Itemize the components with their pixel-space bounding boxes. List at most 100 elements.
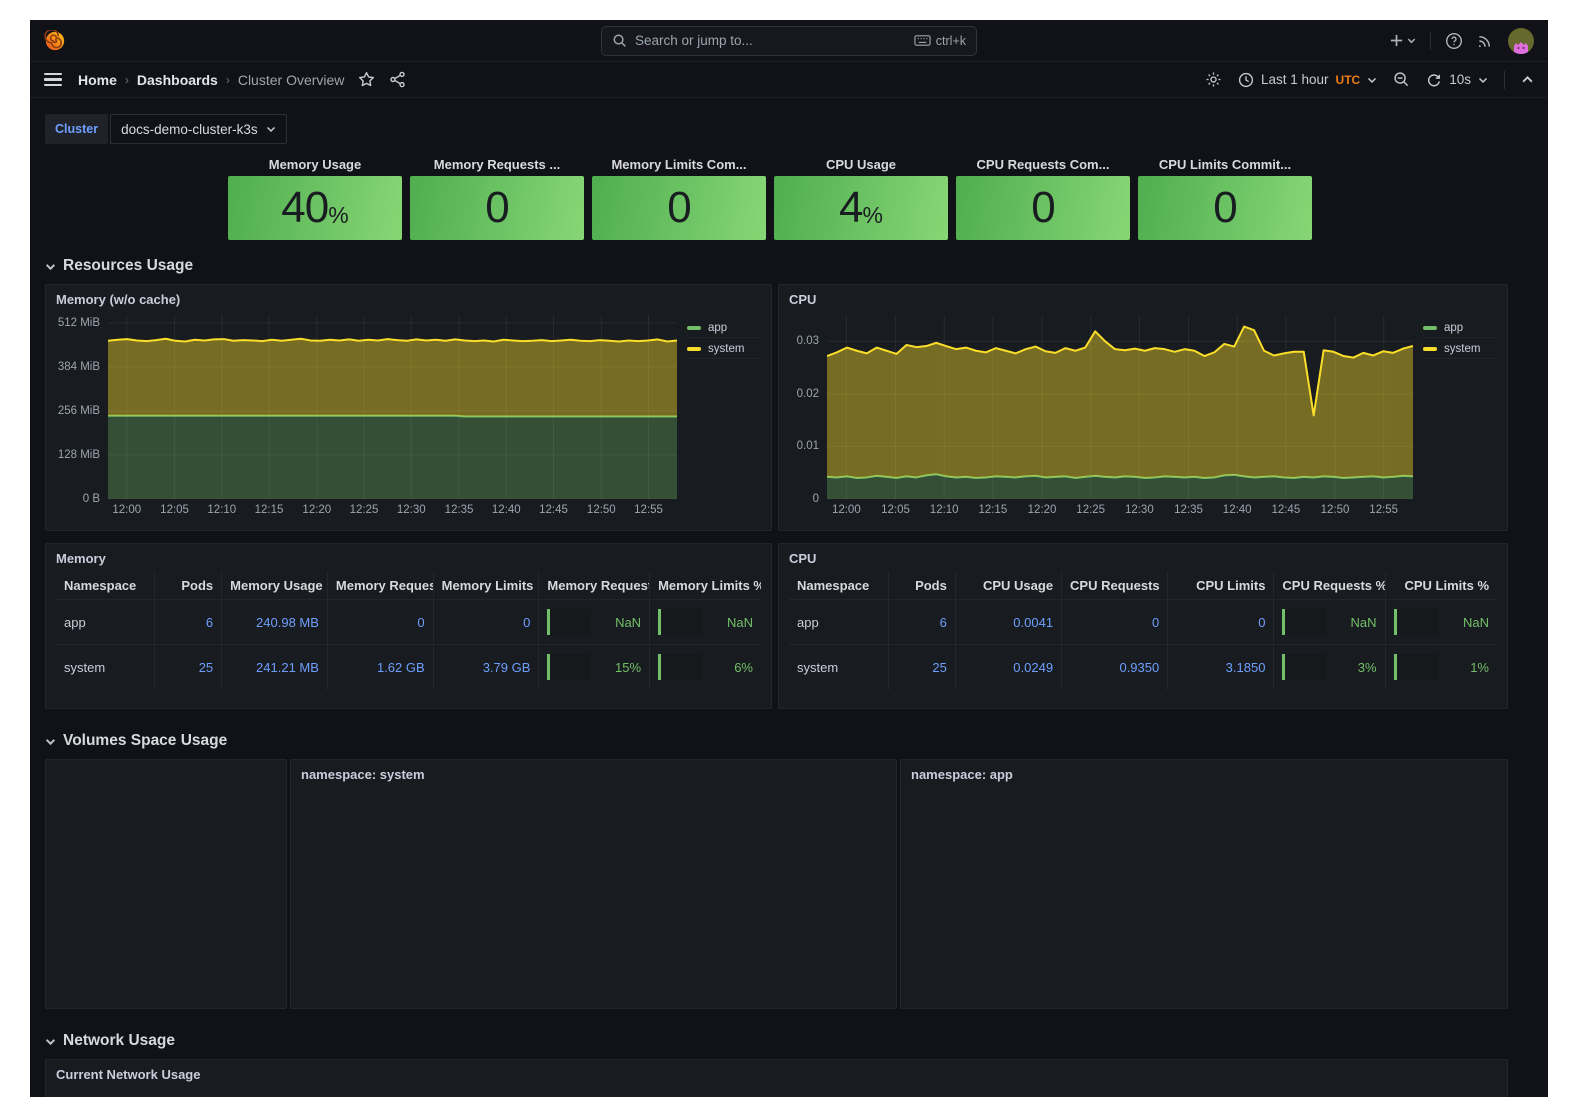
column-header[interactable]: Memory Limits % xyxy=(650,572,761,600)
x-tick-label: 12:55 xyxy=(634,504,663,516)
legend-series-swatch xyxy=(687,347,701,351)
stat-value-box: 4% xyxy=(774,176,948,240)
column-header[interactable]: Namespace xyxy=(789,572,888,600)
share-icon[interactable] xyxy=(389,71,406,88)
x-tick-label: 12:05 xyxy=(881,504,910,516)
toolbar-right: Last 1 hour UTC 10s xyxy=(1205,71,1534,89)
gauge-cell: NaN xyxy=(1274,600,1385,645)
top-navbar: Search or jump to... ctrl+k xyxy=(30,20,1548,62)
column-header[interactable]: Pods xyxy=(155,572,222,600)
stat-title[interactable]: Memory Limits Com... xyxy=(592,156,766,174)
column-header[interactable]: Memory Limits xyxy=(433,572,539,600)
user-avatar[interactable] xyxy=(1508,28,1534,54)
section-volumes-space-usage[interactable]: Volumes Space Usage xyxy=(45,729,1508,753)
collapse-toolbar-icon[interactable] xyxy=(1521,73,1534,86)
value-cell: 241.21 MB xyxy=(222,645,328,690)
plot-area[interactable] xyxy=(827,315,1413,499)
divider xyxy=(1504,71,1505,89)
grafana-logo[interactable] xyxy=(44,30,66,52)
column-header[interactable]: CPU Requests % xyxy=(1274,572,1385,600)
panel-title[interactable]: CPU xyxy=(779,285,1507,311)
y-tick-label: 256 MiB xyxy=(58,405,100,417)
plot-area[interactable] xyxy=(108,315,677,499)
stat-title[interactable]: CPU Usage xyxy=(774,156,948,174)
column-header[interactable]: Memory Usage xyxy=(222,572,328,600)
breadcrumb-home[interactable]: Home xyxy=(78,72,117,88)
column-header[interactable]: CPU Limits % xyxy=(1385,572,1497,600)
stat-value: 4 xyxy=(839,183,862,233)
breadcrumb-dashboards[interactable]: Dashboards xyxy=(137,72,218,88)
legend-item-app[interactable]: app xyxy=(687,319,763,338)
legend-item-system[interactable]: system xyxy=(1423,340,1499,359)
x-axis-labels: 12:0012:0512:1012:1512:2012:2512:3012:35… xyxy=(827,499,1413,521)
stat-title[interactable]: CPU Requests Com... xyxy=(956,156,1130,174)
help-icon[interactable] xyxy=(1445,32,1463,50)
news-rss-icon[interactable] xyxy=(1477,32,1494,49)
stat-suffix: % xyxy=(863,202,883,229)
refresh-picker[interactable]: 10s xyxy=(1426,72,1488,88)
x-tick-label: 12:50 xyxy=(587,504,616,516)
gauge-cell: 15% xyxy=(539,645,650,690)
legend-item-app[interactable]: app xyxy=(1423,319,1499,338)
column-header[interactable]: Pods xyxy=(888,572,955,600)
gauge-bar xyxy=(547,654,591,680)
x-tick-label: 12:20 xyxy=(1028,504,1057,516)
gauge-bar xyxy=(1394,654,1438,680)
gauge-cell: 6% xyxy=(650,645,761,690)
stat-title[interactable]: Memory Requests ... xyxy=(410,156,584,174)
breadcrumb-separator: › xyxy=(226,73,230,87)
legend-series-label: system xyxy=(708,343,744,355)
legend-item-system[interactable]: system xyxy=(687,340,763,359)
column-header[interactable]: CPU Requests xyxy=(1062,572,1168,600)
section-resources-usage[interactable]: Resources Usage xyxy=(45,254,1508,278)
column-header[interactable]: CPU Usage xyxy=(955,572,1061,600)
add-new-button[interactable] xyxy=(1389,33,1416,48)
cpu-chart-panel: CPU 00.010.020.03 12:0012:0512:1012:1512… xyxy=(778,284,1508,531)
section-network-usage[interactable]: Network Usage xyxy=(45,1029,1508,1053)
keyboard-icon xyxy=(914,34,931,47)
stat-title[interactable]: CPU Limits Commit... xyxy=(1138,156,1312,174)
breadcrumb: Home › Dashboards › Cluster Overview xyxy=(78,72,344,88)
stat-panel: Memory Limits Com... 0 xyxy=(592,156,766,240)
panel-title[interactable]: Memory xyxy=(46,544,771,570)
memory-table: NamespacePodsMemory UsageMemory Requests… xyxy=(56,572,761,690)
value-cell: 240.98 MB xyxy=(222,600,328,645)
time-range-label: Last 1 hour xyxy=(1261,72,1329,87)
x-tick-label: 12:25 xyxy=(1076,504,1105,516)
zoom-out-icon[interactable] xyxy=(1393,71,1410,88)
chart-legend: app system xyxy=(677,315,763,521)
stat-panel: Memory Requests ... 0 xyxy=(410,156,584,240)
stat-panel: CPU Requests Com... 0 xyxy=(956,156,1130,240)
menu-icon[interactable] xyxy=(44,73,62,87)
gauge-bar xyxy=(1282,654,1326,680)
star-icon[interactable] xyxy=(358,71,375,88)
x-tick-label: 12:15 xyxy=(255,504,284,516)
table-row: system250.02490.93503.18503%1% xyxy=(789,645,1497,690)
table-row: app6240.98 MB00NaNNaN xyxy=(56,600,761,645)
gauge-value: NaN xyxy=(1326,615,1376,630)
namespace-cell: system xyxy=(56,645,155,690)
value-cell: 6 xyxy=(155,600,222,645)
column-header[interactable]: Memory Requests xyxy=(327,572,433,600)
panel-title[interactable]: namespace: system xyxy=(291,760,896,786)
dashboard-settings-icon[interactable] xyxy=(1205,71,1222,88)
search-input[interactable]: Search or jump to... ctrl+k xyxy=(601,26,977,56)
breadcrumb-current[interactable]: Cluster Overview xyxy=(238,72,345,88)
gauge-value: 3% xyxy=(1326,660,1376,675)
stat-suffix: % xyxy=(328,202,348,229)
stat-value: 40 xyxy=(281,183,328,233)
time-range-picker[interactable]: Last 1 hour UTC xyxy=(1238,72,1377,88)
column-header[interactable]: Memory Requests % xyxy=(539,572,650,600)
panel-title[interactable]: CPU xyxy=(779,544,1507,570)
cluster-variable-dropdown[interactable]: docs-demo-cluster-k3s xyxy=(110,114,287,144)
column-header[interactable]: Namespace xyxy=(56,572,155,600)
section-title: Resources Usage xyxy=(63,257,193,275)
panel-title[interactable]: Memory (w/o cache) xyxy=(46,285,771,311)
panel-title[interactable]: Current Network Usage xyxy=(46,1060,1507,1086)
breadcrumb-separator: › xyxy=(125,73,129,87)
column-header[interactable]: CPU Limits xyxy=(1168,572,1274,600)
cpu-table-panel: CPU NamespacePodsCPU UsageCPU RequestsCP… xyxy=(778,543,1508,709)
panel-title[interactable]: namespace: app xyxy=(901,760,1507,786)
y-tick-label: 0 xyxy=(813,493,819,505)
stat-title[interactable]: Memory Usage xyxy=(228,156,402,174)
